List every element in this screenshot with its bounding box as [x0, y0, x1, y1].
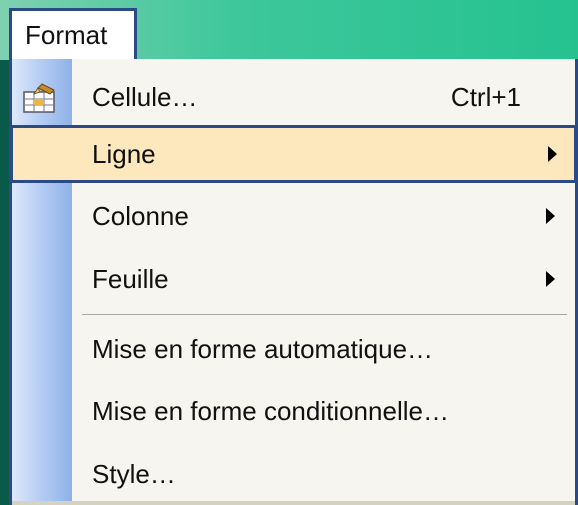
- menu-item-label: Colonne: [92, 201, 189, 231]
- menu-item-cellule[interactable]: Cellule… Ctrl+1: [12, 68, 575, 126]
- menu-format[interactable]: Format: [9, 8, 137, 62]
- menu-item-label: Ligne: [92, 139, 156, 169]
- submenu-arrow-icon: [546, 208, 555, 224]
- menu-item-label: Cellule…: [92, 82, 198, 112]
- menu-item-shortcut: Ctrl+1: [450, 82, 521, 112]
- menu-item-mise-en-forme-automatique[interactable]: Mise en forme automatique…: [12, 320, 575, 378]
- menu-item-label: Mise en forme automatique…: [92, 334, 434, 364]
- menu-item-mise-en-forme-conditionnelle[interactable]: Mise en forme conditionnelle…: [12, 382, 575, 440]
- format-cells-icon: [23, 83, 55, 113]
- format-dropdown-menu: Cellule… Ctrl+1 Ligne Colonne Feuille Mi…: [9, 59, 578, 505]
- menu-item-feuille[interactable]: Feuille: [12, 250, 575, 308]
- menu-item-ligne[interactable]: Ligne: [10, 125, 577, 183]
- menu-separator: [82, 314, 567, 315]
- submenu-arrow-icon: [548, 146, 557, 162]
- menu-item-label: Feuille: [92, 264, 169, 294]
- submenu-arrow-icon: [546, 271, 555, 287]
- menu-item-label: Style…: [92, 459, 176, 489]
- menu-item-colonne[interactable]: Colonne: [12, 187, 575, 245]
- menu-bar: Format: [0, 0, 578, 62]
- menu-item-style[interactable]: Style…: [12, 445, 575, 503]
- menu-item-label: Mise en forme conditionnelle…: [92, 396, 449, 426]
